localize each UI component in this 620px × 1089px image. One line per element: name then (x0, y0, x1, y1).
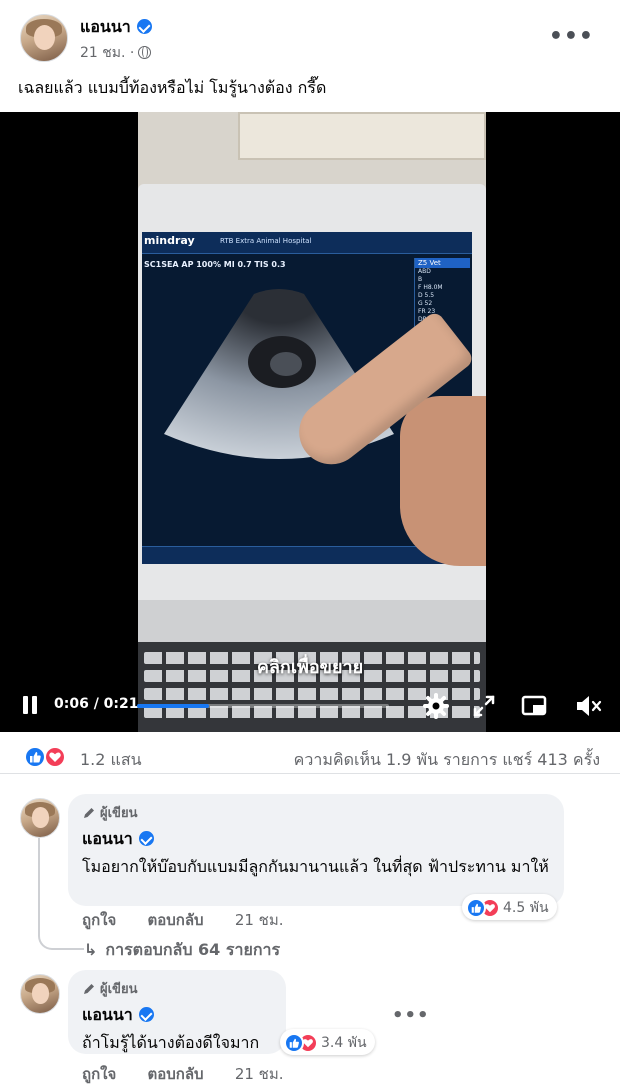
more-icon[interactable]: ••• (549, 24, 594, 49)
panel-row: Z5 Vet (415, 258, 470, 268)
seek-bar[interactable] (137, 704, 389, 708)
comment-author[interactable]: แอนนา (82, 1005, 133, 1024)
author-tag: ผู้เขียน (82, 978, 272, 999)
view-replies-link[interactable]: ↳ การตอบกลับ 64 รายการ (84, 938, 280, 963)
panel-row: FR 23 (418, 308, 436, 315)
comment-reactions[interactable]: 3.4 พัน (280, 1029, 375, 1055)
post-time[interactable]: 21 ชม. · (80, 45, 134, 61)
author-name[interactable]: แอนนา (80, 17, 131, 36)
comment-author-line: แอนนา (82, 1003, 272, 1028)
author-tag: ผู้เขียน (82, 802, 550, 823)
commenter-avatar[interactable] (20, 798, 60, 838)
reply-arrow-icon: ↳ (84, 940, 98, 959)
expand-icon[interactable] (470, 692, 498, 720)
comment-bubble: ผู้เขียน แอนนา โมอยากให้บ๊อบกับแบมมีลูกก… (68, 794, 564, 906)
comments-shares-count[interactable]: ความคิดเห็น 1.9 พัน รายการ แชร์ 413 ครั้… (294, 748, 600, 773)
commenter-avatar[interactable] (20, 974, 60, 1014)
comment-more-icon[interactable]: ••• (392, 1005, 430, 1026)
comment-reaction-count: 3.4 พัน (321, 1035, 367, 1051)
author-name-line[interactable]: แอนนา (80, 15, 152, 40)
like-button[interactable]: ถูกใจ (82, 911, 116, 929)
like-icon (284, 1033, 304, 1053)
replies-label[interactable]: การตอบกลับ 64 รายการ (105, 940, 280, 959)
comment-author-line: แอนนา (82, 827, 550, 852)
author-avatar[interactable] (20, 14, 68, 62)
video-frame: mindray RTB Extra Animal Hospital SC1SEA… (138, 112, 486, 732)
mute-icon[interactable] (574, 692, 602, 720)
comment-actions: ถูกใจ ตอบกลับ 21 ชม. (82, 908, 310, 932)
like-icon (466, 898, 486, 918)
comment-bubble: ผู้เขียน แอนนา ถ้าโมรู้ได้นางต้องดีใจมาก (68, 970, 286, 1054)
panel-row: F H8.0M (418, 284, 443, 291)
post-header: แอนนา 21 ชม. · ••• (0, 0, 620, 70)
verified-badge-icon (138, 831, 154, 846)
reply-button[interactable]: ตอบกลับ (148, 911, 204, 929)
reaction-count[interactable]: 1.2 แสน (80, 748, 142, 773)
post-text: เฉลยแล้ว แบมบี้ท้องหรือไม่ โมรู้นางต้อง … (18, 78, 327, 97)
gear-icon[interactable] (422, 692, 450, 720)
comment-text: โมอยากให้บ๊อบกับแบมมีลูกกันมานานแล้ว ในท… (82, 857, 549, 876)
verified-badge-icon (138, 1007, 154, 1022)
like-icon[interactable] (24, 746, 46, 768)
pause-icon[interactable] (22, 696, 38, 714)
screen-brand: mindray (144, 234, 195, 247)
video-controls: 0:06 / 0:21 (0, 684, 620, 732)
hand (400, 396, 486, 566)
panel-row: D 5.5 (418, 292, 435, 299)
scan-info: SC1SEA AP 100% MI 0.7 TIS 0.3 (144, 260, 286, 269)
panel-row: G 52 (418, 300, 433, 307)
comment-text: ถ้าโมรู้ได้นางต้องดีใจมาก (82, 1033, 260, 1052)
pen-icon (84, 807, 94, 818)
comment-time[interactable]: 21 ชม. (235, 1065, 284, 1083)
seek-progress (137, 704, 210, 708)
comment-actions: ถูกใจ ตอบกลับ 21 ชม. (82, 1062, 310, 1086)
panel-row: B (418, 276, 423, 283)
pen-icon (84, 983, 94, 994)
comment-author[interactable]: แอนนา (82, 829, 133, 848)
post-meta: 21 ชม. · (80, 42, 152, 64)
console-panel (138, 600, 486, 644)
pip-icon[interactable] (520, 692, 548, 720)
globe-icon (138, 46, 152, 59)
wall-board (238, 112, 486, 160)
reply-button[interactable]: ตอบกลับ (148, 1065, 204, 1083)
video-caption[interactable]: คลิกเพื่อขยาย (0, 652, 620, 681)
verified-badge-icon (136, 19, 152, 34)
video-time: 0:06 / 0:21 (54, 696, 139, 712)
author-tag-label: ผู้เขียน (100, 982, 138, 997)
comment-reactions[interactable]: 4.5 พัน (462, 894, 557, 920)
comment-reaction-count: 4.5 พัน (503, 900, 549, 916)
ultrasound-monitor: mindray RTB Extra Animal Hospital SC1SEA… (138, 184, 486, 614)
screen-bar: mindray RTB Extra Animal Hospital (142, 232, 472, 254)
screen-hospital: RTB Extra Animal Hospital (220, 237, 312, 245)
love-icon[interactable] (44, 746, 66, 768)
video-player[interactable]: mindray RTB Extra Animal Hospital SC1SEA… (0, 112, 620, 732)
panel-row: ABD (418, 268, 431, 275)
comment-time[interactable]: 21 ชม. (235, 911, 284, 929)
post-stats: 1.2 แสน ความคิดเห็น 1.9 พัน รายการ แชร์ … (0, 740, 620, 774)
like-button[interactable]: ถูกใจ (82, 1065, 116, 1083)
author-tag-label: ผู้เขียน (100, 806, 138, 821)
